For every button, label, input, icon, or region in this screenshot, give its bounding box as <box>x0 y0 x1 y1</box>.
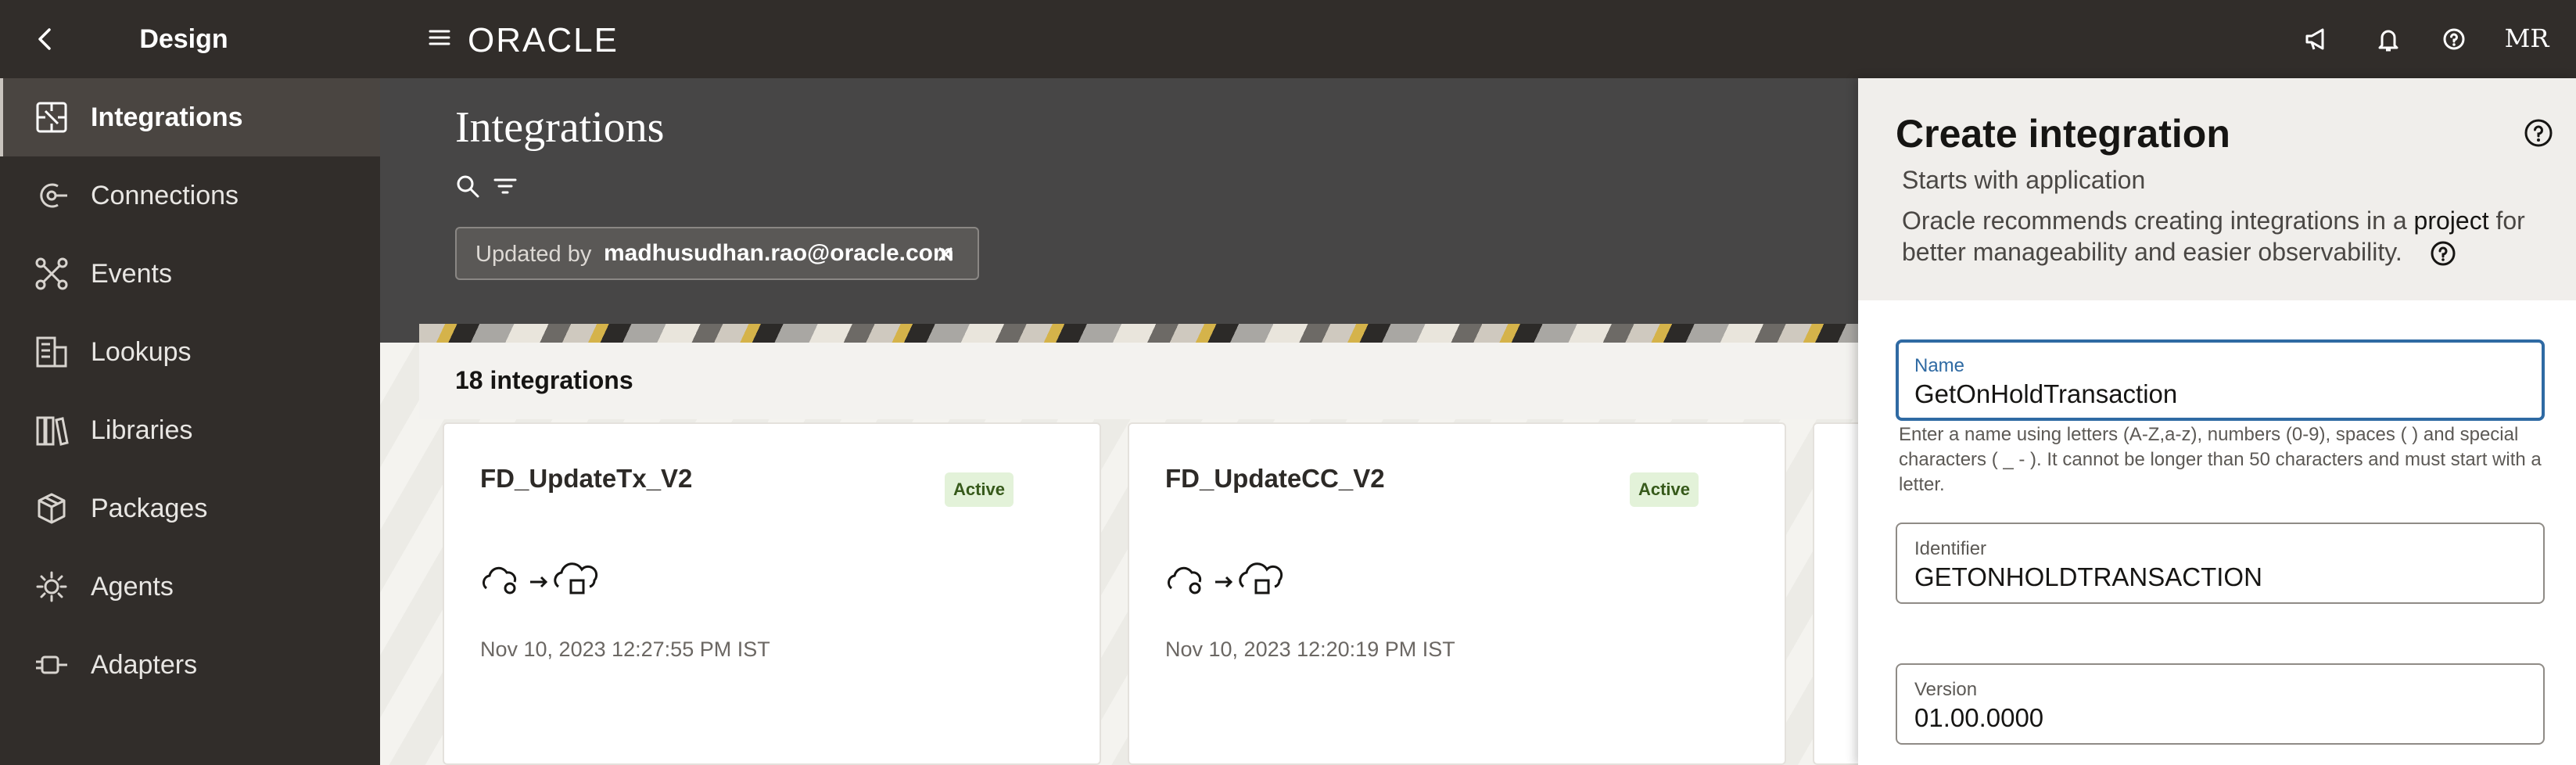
integration-count: 18 integrations <box>455 366 633 394</box>
integration-card[interactable]: FD_UpdateTx_V2 Active Nov 10, 2023 12:27… <box>443 422 1101 765</box>
project-link[interactable]: project <box>2414 207 2489 235</box>
name-field-value[interactable]: GetOnHoldTransaction <box>1914 379 2177 410</box>
lookups-icon <box>36 336 67 368</box>
status-badge: Active <box>1630 472 1699 507</box>
banner-pattern <box>419 324 1858 343</box>
sidebar-item-integrations[interactable]: Integrations <box>0 78 380 156</box>
identifier-field[interactable]: Identifier GETONHOLDTRANSACTION <box>1896 523 2545 604</box>
sidebar-item-agents[interactable]: Agents <box>0 548 380 626</box>
sidebar-item-label: Libraries <box>91 415 193 445</box>
sidebar-item-connections[interactable]: Connections <box>0 156 380 235</box>
sidebar-item-lookups[interactable]: Lookups <box>0 313 380 391</box>
sidebar-item-label: Events <box>91 259 172 289</box>
integration-flow-icon <box>483 562 598 594</box>
integrations-icon <box>36 102 67 133</box>
announcement-icon[interactable] <box>2301 23 2332 55</box>
section-title: Design <box>139 24 228 54</box>
sidebar: Integrations Connections Events Lookups … <box>0 78 380 765</box>
packages-icon <box>38 493 66 524</box>
sidebar-item-label: Adapters <box>91 650 198 680</box>
events-icon <box>35 257 68 290</box>
avatar[interactable]: MR <box>2492 20 2562 56</box>
adapters-icon <box>36 655 67 674</box>
card-date: Nov 10, 2023 12:20:19 PM IST <box>1165 638 1455 661</box>
page-title: Integrations <box>455 103 665 152</box>
version-field[interactable]: Version 01.00.0000 <box>1896 663 2545 745</box>
create-integration-panel: Create integration Starts with applicati… <box>1858 78 2576 765</box>
svg-text:ORACLE: ORACLE <box>468 22 619 56</box>
sidebar-item-label: Agents <box>91 572 174 602</box>
sidebar-item-label: Integrations <box>91 102 243 132</box>
help-icon[interactable] <box>2523 117 2554 149</box>
sidebar-item-label: Packages <box>91 494 208 523</box>
sidebar-item-libraries[interactable]: Libraries <box>0 391 380 469</box>
sidebar-item-adapters[interactable]: Adapters <box>0 626 380 704</box>
close-icon[interactable] <box>932 241 959 268</box>
name-field-hint: Enter a name using letters (A-Z,a-z), nu… <box>1899 424 2542 495</box>
panel-header: Create integration Starts with applicati… <box>1858 78 2576 300</box>
filter-chip-label: Updated by <box>475 242 592 267</box>
version-field-label: Version <box>1914 679 1978 700</box>
integration-card[interactable]: FD_UpdateCC_V2 Active Nov 10, 2023 12:20… <box>1128 422 1786 765</box>
version-field-value[interactable]: 01.00.0000 <box>1914 702 2043 734</box>
top-bar: Design ORACLE MR <box>0 0 2576 78</box>
identifier-field-value[interactable]: GETONHOLDTRANSACTION <box>1914 562 2262 593</box>
search-icon[interactable] <box>455 174 480 199</box>
libraries-icon <box>36 416 69 446</box>
filter-chip-value: madhusudhan.rao@oracle.com <box>604 240 954 266</box>
bell-icon[interactable] <box>2373 23 2404 55</box>
connections-icon <box>40 183 67 208</box>
sidebar-item-label: Lookups <box>91 337 192 367</box>
name-field-label: Name <box>1914 355 1965 376</box>
help-icon[interactable] <box>2429 239 2457 268</box>
help-icon[interactable] <box>2438 23 2470 55</box>
recommendation-text: Oracle recommends creating integrations … <box>1902 207 2414 235</box>
hamburger-menu-icon[interactable] <box>427 25 452 50</box>
agents-icon <box>36 571 67 602</box>
card-title[interactable]: FD_UpdateCC_V2 <box>1165 463 1385 494</box>
sidebar-item-label: Connections <box>91 181 239 210</box>
oracle-logo[interactable]: ORACLE <box>468 22 662 56</box>
filter-icon[interactable] <box>493 174 518 199</box>
status-badge: Active <box>945 472 1014 507</box>
sidebar-item-events[interactable]: Events <box>0 235 380 313</box>
filter-chip: Updated by madhusudhan.rao@oracle.com <box>455 227 979 280</box>
sidebar-item-packages[interactable]: Packages <box>0 469 380 548</box>
name-field[interactable]: Name GetOnHoldTransaction <box>1896 339 2545 421</box>
back-chevron-icon[interactable] <box>28 22 63 56</box>
card-title[interactable]: FD_UpdateTx_V2 <box>480 463 692 494</box>
card-date: Nov 10, 2023 12:27:55 PM IST <box>480 638 770 661</box>
integration-flow-icon <box>1168 562 1283 594</box>
decorative-banner <box>419 324 1858 343</box>
panel-subtitle: Starts with application <box>1902 166 2146 194</box>
identifier-field-label: Identifier <box>1914 538 1987 559</box>
panel-title: Create integration <box>1896 112 2230 156</box>
results-bar <box>419 343 1858 419</box>
